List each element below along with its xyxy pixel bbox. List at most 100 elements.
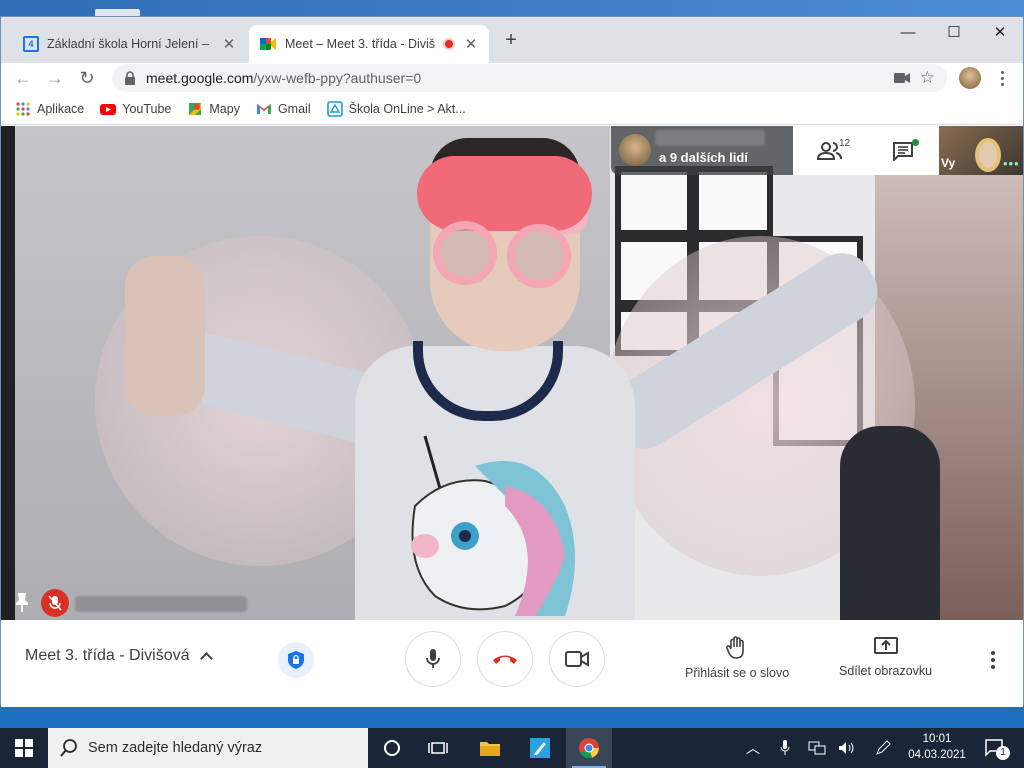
participant-name-redacted [655, 130, 765, 146]
windows-taskbar: Sem zadejte hledaný výraz ︿ 10:01 04.03.… [0, 728, 1024, 768]
self-label: Vy [941, 156, 956, 170]
unread-chat-dot [912, 139, 919, 146]
shield-lock-icon [288, 651, 304, 669]
bookmark-mapy[interactable]: Mapy [187, 101, 240, 117]
participants-strip: a 9 dalších lidí 12 [611, 126, 939, 175]
taskbar-clock[interactable]: 10:01 04.03.2021 [905, 731, 969, 763]
network-icon[interactable] [806, 728, 828, 768]
tab-school-calendar[interactable]: 4 Základní škola Horní Jelení – Kalendář… [13, 25, 247, 63]
lock-icon [125, 71, 135, 85]
notification-center-icon[interactable]: 1 [980, 728, 1010, 768]
url-path: /yxw-wefb-ppy?authuser=0 [253, 70, 422, 86]
maximize-icon[interactable]: ☐ [931, 17, 977, 47]
tab-meet[interactable]: Meet – Meet 3. třída - Divišová ✕ [249, 25, 489, 63]
pin-icon[interactable] [15, 592, 29, 612]
hand-icon [726, 636, 744, 659]
participant-count: 12 [839, 138, 851, 149]
bookmark-label: Aplikace [37, 101, 85, 116]
desktop-background [0, 0, 1024, 17]
meeting-control-bar: Meet 3. třída - Divišová Přihlásit se o … [1, 620, 1023, 707]
volume-icon[interactable] [836, 728, 858, 768]
bookmark-label: Škola OnLine > Akt... [348, 101, 466, 116]
present-screen-icon [873, 637, 898, 654]
recording-icon [443, 38, 455, 50]
taskbar-search-box[interactable]: Sem zadejte hledaný výraz [48, 728, 368, 768]
present-screen-label: Sdílet obrazovku [839, 664, 933, 678]
task-view-icon[interactable] [418, 728, 458, 768]
plus-icon[interactable]: + [501, 30, 521, 51]
bookmark-star-icon[interactable]: ☆ [920, 68, 935, 88]
address-bar[interactable]: meet.google.com/yxw-wefb-ppy?authuser=0 … [112, 64, 947, 92]
bookmark-label: YouTube [122, 101, 172, 116]
windows-start-icon[interactable] [0, 728, 48, 768]
chat-button[interactable] [866, 126, 939, 175]
tab-title: Meet – Meet 3. třída - Divišová [285, 37, 435, 51]
microphone-button[interactable] [405, 631, 461, 687]
chrome-taskbar-button[interactable] [566, 728, 612, 768]
close-tab-icon[interactable]: ✕ [221, 35, 237, 53]
other-participants-label: a 9 dalších lidí [659, 150, 748, 165]
apps-grid-icon [16, 101, 30, 116]
more-options-icon[interactable] [983, 646, 1003, 674]
main-video-feed [15, 126, 1023, 620]
bookmark-youtube[interactable]: YouTube [100, 101, 171, 117]
host-controls-button[interactable] [278, 642, 314, 678]
tab-bar: 4 Základní škola Horní Jelení – Kalendář… [1, 17, 1023, 63]
bookmark-label: Gmail [277, 101, 311, 116]
chat-icon [892, 141, 913, 161]
maps-icon [189, 102, 202, 115]
microphone-tray-icon[interactable] [776, 728, 794, 768]
video-camera-icon [565, 651, 589, 667]
bookmark-label: Mapy [209, 101, 240, 116]
browser-window: 4 Základní škola Horní Jelení – Kalendář… [0, 16, 1024, 707]
self-options-icon[interactable]: ••• [1003, 156, 1020, 171]
profile-avatar[interactable] [959, 67, 981, 89]
back-icon[interactable]: ← [11, 66, 35, 90]
raise-hand-button[interactable]: Přihlásit se o slovo [685, 636, 789, 680]
self-view-tile[interactable]: Vy ••• [939, 126, 1023, 175]
cortana-icon[interactable] [372, 728, 412, 768]
clock-date: 04.03.2021 [908, 749, 966, 761]
unicorn-print-image [411, 435, 575, 616]
clock-time: 10:01 [922, 733, 952, 745]
camera-button[interactable] [549, 631, 605, 687]
participant-avatar[interactable] [619, 134, 651, 166]
bookmarks-bar: Aplikace YouTube Mapy Gmail Škola OnLine… [1, 93, 1023, 125]
bookmark-skola-online[interactable]: Škola OnLine > Akt... [326, 100, 466, 117]
file-explorer-icon[interactable] [470, 728, 510, 768]
participant-name-redacted [75, 596, 247, 612]
calendar-icon: 4 [23, 36, 39, 52]
camera-blocked-icon[interactable] [893, 72, 910, 84]
bookmark-aplikace[interactable]: Aplikace [15, 101, 84, 117]
url-host: meet.google.com [146, 70, 254, 86]
participants-button[interactable]: 12 [793, 126, 866, 175]
gmail-icon [256, 103, 271, 114]
bookmark-gmail[interactable]: Gmail [256, 101, 311, 117]
close-icon[interactable]: ✕ [977, 17, 1023, 47]
close-tab-icon[interactable]: ✕ [463, 35, 479, 53]
forward-icon[interactable]: → [43, 66, 67, 90]
meet-icon [260, 38, 276, 50]
present-screen-button[interactable]: Sdílet obrazovku [839, 636, 932, 678]
search-icon [60, 739, 77, 757]
meeting-details-toggle[interactable]: Meet 3. třída - Divišová [25, 647, 213, 665]
reload-icon[interactable]: ↻ [75, 66, 99, 90]
youtube-icon [100, 103, 117, 115]
microphone-icon [426, 649, 440, 668]
minimize-icon[interactable]: — [885, 17, 931, 47]
search-placeholder: Sem zadejte hledaný výraz [88, 740, 263, 756]
meet-stage: a 9 dalších lidí 12 Vy ••• Meet 3. třída… [1, 126, 1023, 707]
browser-menu-icon[interactable] [995, 67, 1009, 89]
mic-off-icon [41, 589, 69, 617]
meeting-title: Meet 3. třída - Divišová [25, 647, 190, 664]
chevron-up-icon[interactable]: ︿ [742, 728, 764, 768]
hang-up-icon [493, 655, 517, 664]
notification-count: 1 [996, 746, 1010, 760]
skola-online-icon [326, 100, 343, 117]
tab-title: Základní škola Horní Jelení – Kalendář [47, 37, 213, 51]
pen-workspace-icon[interactable] [872, 728, 894, 768]
chevron-up-icon [199, 652, 213, 665]
notes-app-icon[interactable] [520, 728, 560, 768]
leave-call-button[interactable] [477, 631, 533, 687]
raise-hand-label: Přihlásit se o slovo [685, 666, 790, 680]
